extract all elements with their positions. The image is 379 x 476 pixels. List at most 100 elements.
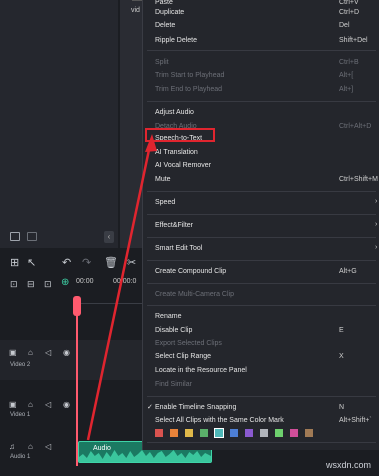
audio-clip-name: Audio	[93, 445, 111, 452]
color-mark-swatch[interactable]	[305, 429, 313, 437]
grid-layout-icon[interactable]: ⊞	[10, 257, 19, 269]
select-tool-icon[interactable]: ↖	[27, 257, 36, 269]
color-mark-swatch[interactable]	[230, 429, 238, 437]
menu-item-paste[interactable]: Paste	[155, 0, 173, 7]
menu-item-select-clip-range[interactable]: Select Clip Range	[155, 352, 211, 361]
timeline-ruler[interactable]	[76, 292, 142, 304]
track-video-2[interactable]: ▣ ⌂ ◁ ◉ Video 2	[0, 340, 76, 380]
context-menu: Paste Ctrl+V Duplicate Ctrl+D Delete Del Rippl…	[142, 0, 379, 450]
check-icon: ✓	[147, 404, 153, 411]
menu-item-trim-end-to-playhead: Trim End to Playhead	[155, 86, 223, 93]
link-icon[interactable]: ⊟	[27, 278, 35, 290]
color-mark-swatch[interactable]	[155, 429, 163, 437]
speaker-icon[interactable]: ◁	[45, 400, 51, 409]
menu-item-select-all-clips-with-the-same-color-mark[interactable]: Select All Clips with the Same Color Mar…	[155, 416, 284, 425]
menu-item-enable-timeline-snapping[interactable]: Enable Timeline Snapping	[155, 403, 236, 412]
timeline-toolbar: ⊞ ↖ ↶ ↷ 🗑 ✂	[0, 252, 142, 274]
cut-icon[interactable]: ✂	[127, 257, 136, 269]
menu-separator	[147, 101, 376, 102]
menu-shortcut: Ctrl+Shift+M	[339, 176, 378, 183]
menu-item-smart-edit-tool[interactable]: Smart Edit Tool	[155, 244, 202, 253]
menu-shortcut: Ctrl+Alt+D	[339, 123, 372, 130]
color-mark-swatch[interactable]	[275, 429, 283, 437]
menu-item-find-similar: Find Similar	[155, 381, 192, 388]
music-note-icon: ♫	[9, 442, 15, 451]
track-name: Audio 1	[10, 454, 31, 460]
menu-item-create-compound-clip[interactable]: Create Compound Clip	[155, 267, 226, 276]
menu-item-duplicate[interactable]: Duplicate	[155, 8, 184, 17]
menu-item-create-multi-camera-clip: Create Multi-Camera Clip	[155, 291, 234, 298]
menu-shortcut: Ctrl+B	[339, 59, 359, 66]
menu-item-locate-in-the-resource-panel[interactable]: Locate in the Resource Panel	[155, 366, 247, 375]
time-start: 00:00	[76, 278, 94, 285]
collapse-panel-button[interactable]: ‹	[104, 231, 114, 243]
menu-item-rename[interactable]: Rename	[155, 312, 181, 321]
track-audio-1[interactable]: ♫ ⌂ ◁ Audio 1	[0, 436, 76, 466]
color-mark-swatch[interactable]	[185, 429, 193, 437]
folder-icon[interactable]	[27, 232, 37, 241]
video-2-lane[interactable]	[76, 340, 142, 380]
media-panel: ‹	[0, 0, 118, 248]
menu-separator	[147, 305, 376, 306]
menu-item-disable-clip[interactable]: Disable Clip	[155, 326, 192, 335]
submenu-chevron-icon: ›	[375, 221, 378, 228]
redo-icon[interactable]: ↷	[82, 257, 91, 269]
speech-to-text-highlight	[145, 128, 215, 142]
menu-separator	[147, 50, 376, 51]
eye-icon[interactable]: ◉	[63, 400, 70, 409]
menu-item-ai-vocal-remover[interactable]: AI Vocal Remover	[155, 161, 211, 170]
media-panel-footer: ‹	[0, 228, 118, 248]
menu-item-ripple-delete[interactable]: Ripple Delete	[155, 36, 197, 45]
snap-icon[interactable]: ⊕	[61, 277, 69, 289]
add-track-icon[interactable]: ⊡	[10, 278, 18, 290]
menu-item-delete[interactable]: Delete	[155, 21, 175, 30]
submenu-chevron-icon: ›	[375, 244, 378, 251]
track-name: Video 2	[10, 362, 31, 368]
track-headers: ▣ ⌂ ◁ ◉ Video 2 ▣ ⌂ ◁ ◉ Video 1 ♫ ⌂ ◁ Au…	[0, 304, 76, 476]
new-folder-icon[interactable]	[10, 232, 20, 241]
menu-separator	[147, 283, 376, 284]
menu-item-mute[interactable]: Mute	[155, 175, 171, 184]
menu-shortcut: E	[339, 327, 344, 334]
playhead-handle[interactable]	[73, 296, 81, 316]
speaker-icon[interactable]: ◁	[45, 442, 51, 451]
lock-icon[interactable]: ⌂	[28, 348, 33, 357]
color-mark-swatch[interactable]	[245, 429, 253, 437]
delete-icon[interactable]: 🗑	[104, 257, 118, 269]
watermark: wsxdn.com	[325, 460, 371, 470]
track-name: Video 1	[10, 412, 31, 418]
speaker-icon[interactable]: ◁	[45, 348, 51, 357]
menu-item-speed[interactable]: Speed	[155, 198, 175, 207]
library-divider	[132, 0, 142, 1]
marker-icon[interactable]: ⊡	[44, 278, 52, 290]
color-mark-swatch[interactable]	[200, 429, 208, 437]
lock-icon[interactable]: ⌂	[28, 442, 33, 451]
undo-icon[interactable]: ↶	[62, 257, 71, 269]
library-panel: vid	[120, 0, 142, 248]
menu-shortcut: Ctrl+D	[339, 9, 360, 16]
menu-separator	[147, 214, 376, 215]
menu-item-ai-translation[interactable]: AI Translation	[155, 148, 198, 157]
library-clip-label[interactable]: vid	[131, 7, 140, 14]
submenu-chevron-icon: ›	[375, 198, 378, 205]
menu-separator	[147, 237, 376, 238]
menu-shortcut: Alt+G	[339, 268, 357, 275]
color-mark-swatch[interactable]	[214, 428, 224, 438]
menu-item-split: Split	[155, 59, 169, 66]
menu-shortcut: Ctrl+V	[339, 0, 359, 6]
menu-item-effect-filter[interactable]: Effect&Filter	[155, 221, 193, 230]
menu-item-adjust-audio[interactable]: Adjust Audio	[155, 108, 194, 117]
menu-shortcut: Alt+[	[339, 72, 354, 79]
color-mark-swatch[interactable]	[170, 429, 178, 437]
time-mark: 00:00:0	[113, 278, 137, 285]
menu-item-export-selected-clips: Export Selected Clips	[155, 340, 222, 347]
eye-icon[interactable]: ◉	[63, 348, 70, 357]
video-track-icon: ▣	[9, 348, 17, 357]
menu-separator	[147, 396, 376, 397]
color-mark-swatch[interactable]	[290, 429, 298, 437]
menu-shortcut: Alt+Shift+`	[339, 417, 372, 424]
lock-icon[interactable]: ⌂	[28, 400, 33, 409]
timeline-subtoolbar: ⊡ ⊟ ⊡ ⊕ 00:00 00:00:0	[0, 275, 142, 293]
color-mark-swatch[interactable]	[260, 429, 268, 437]
track-video-1[interactable]: ▣ ⌂ ◁ ◉ Video 1	[0, 392, 76, 422]
